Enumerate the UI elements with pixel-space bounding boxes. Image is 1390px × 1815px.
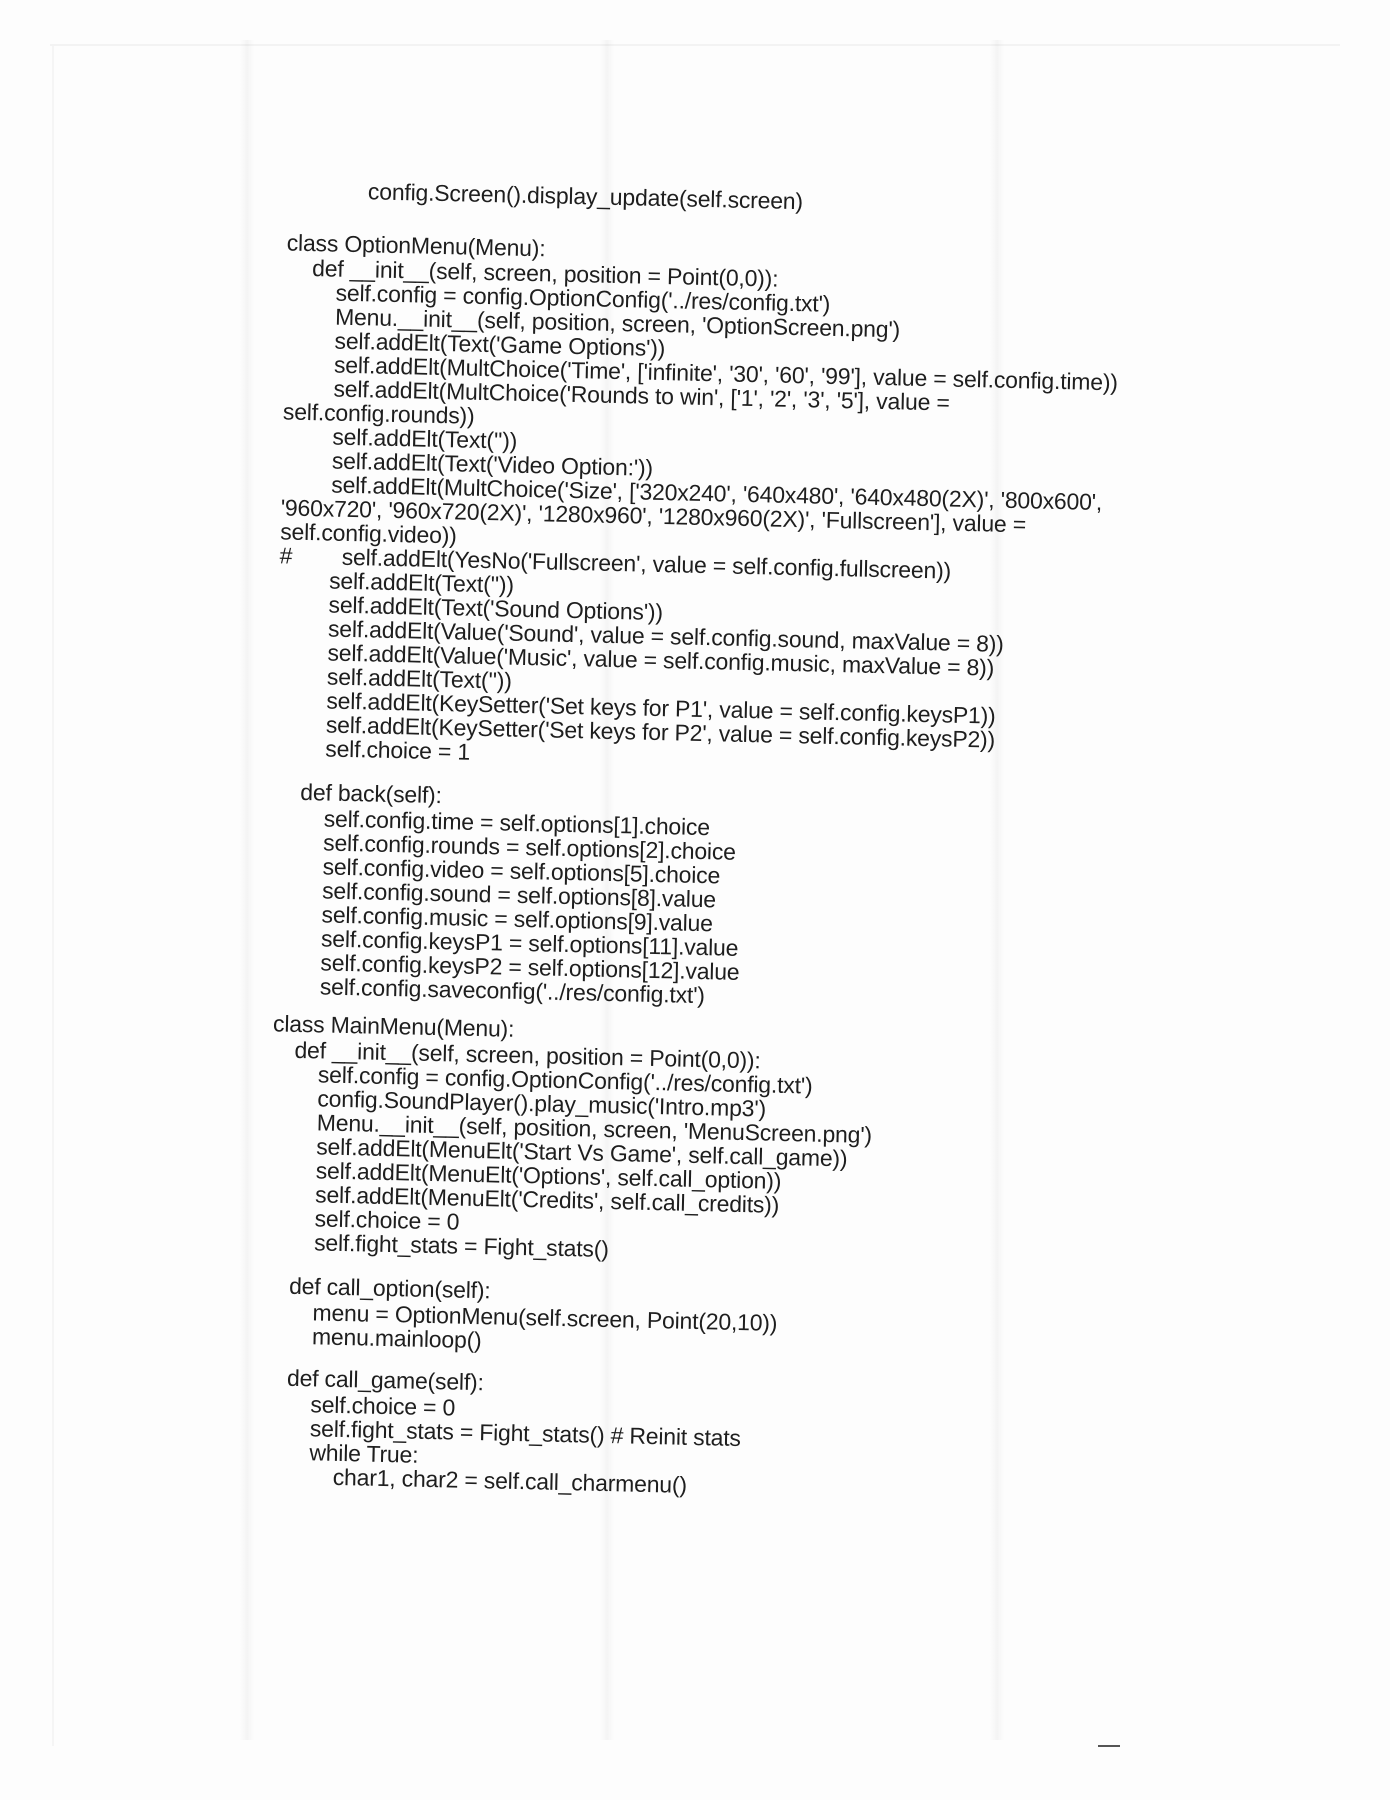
scanned-page: config.Screen().display_update(self.scre…: [0, 0, 1390, 1800]
method-definition-line: def back(self):: [300, 778, 443, 809]
code-line: config.Screen().display_update(self.scre…: [367, 178, 804, 215]
code-line: self.fight_stats = Fight_stats(): [313, 1229, 610, 1263]
code-line: self.choice = 1: [325, 735, 471, 765]
code-listing: config.Screen().display_update(self.scre…: [0, 0, 1390, 1815]
code-line: char1, char2 = self.call_charmenu(): [332, 1463, 688, 1498]
page-corner-mark: [1098, 1745, 1120, 1747]
code-line: while True:: [309, 1439, 419, 1468]
code-line: menu.mainloop(): [311, 1323, 482, 1354]
